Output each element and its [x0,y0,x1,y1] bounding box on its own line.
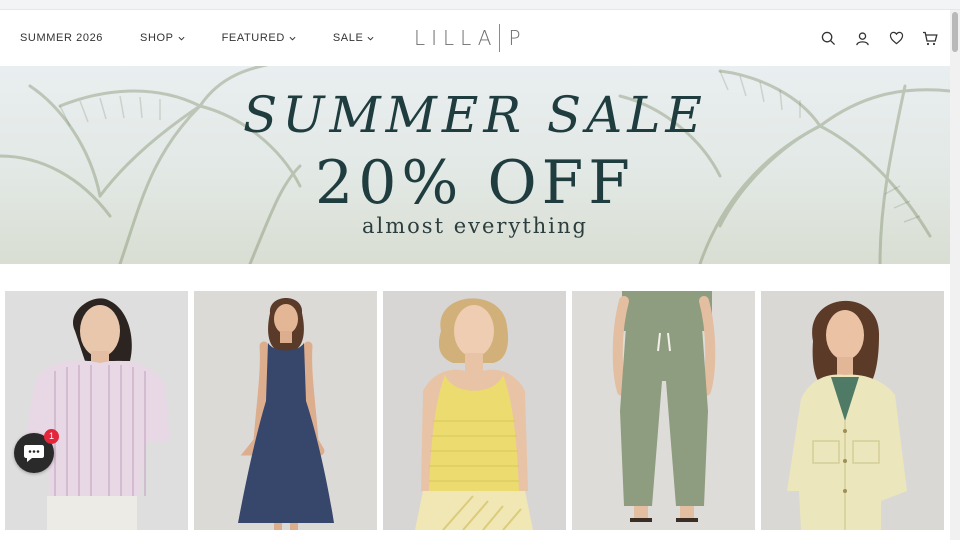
account-icon[interactable] [854,30,870,46]
hero-title: SUMMER SALE [243,86,707,144]
product-grid [5,291,945,530]
product-card-yellow-knit-tank[interactable] [383,291,566,530]
nav-shop-label: SHOP [140,32,174,44]
nav-sale[interactable]: SALE [333,32,375,44]
site-header: SUMMER 2026 SHOP FEATURED SALE LILLA P [0,10,950,66]
product-card-striped-short-sleeve-shirt[interactable] [5,291,188,530]
hero-subtitle: almost everything [362,214,588,238]
cart-icon[interactable] [922,30,938,46]
chevron-down-icon [289,36,296,41]
logo-text-right: P [508,26,527,50]
logo-text-left: LILLA [414,26,498,50]
chevron-down-icon [178,36,185,41]
product-image [194,291,377,530]
nav-sale-label: SALE [332,32,364,44]
nav-summer-2026-label: SUMMER 2026 [20,32,104,44]
wishlist-heart-icon[interactable] [888,30,904,46]
logo-divider [499,24,501,52]
browser-top-strip [0,0,960,10]
product-card-butter-yellow-jacket[interactable] [761,291,944,530]
chat-bubble-icon [24,445,44,462]
product-image [383,291,566,530]
header-icons [802,10,938,66]
product-card-navy-midi-dress[interactable] [194,291,377,530]
product-card-sage-drawstring-pants[interactable] [572,291,755,530]
nav-featured[interactable]: FEATURED [222,32,296,44]
main-nav: SUMMER 2026 SHOP FEATURED SALE [20,10,411,66]
brand-logo[interactable]: LILLA P [414,24,527,52]
product-image [5,291,188,530]
scrollbar-thumb[interactable] [952,12,958,52]
product-image [761,291,944,530]
hero-discount: 20% OFF [315,148,635,218]
nav-shop[interactable]: SHOP [140,32,185,44]
chevron-down-icon [367,36,374,41]
summer-sale-hero-banner[interactable]: SUMMER SALE 20% OFF almost everything [0,66,950,264]
search-icon[interactable] [820,30,836,46]
product-image [572,291,755,530]
chat-notification-badge: 1 [44,429,59,444]
nav-summer-2026[interactable]: SUMMER 2026 [20,32,103,44]
nav-featured-label: FEATURED [221,32,285,44]
page-scrollbar[interactable] [950,10,960,540]
